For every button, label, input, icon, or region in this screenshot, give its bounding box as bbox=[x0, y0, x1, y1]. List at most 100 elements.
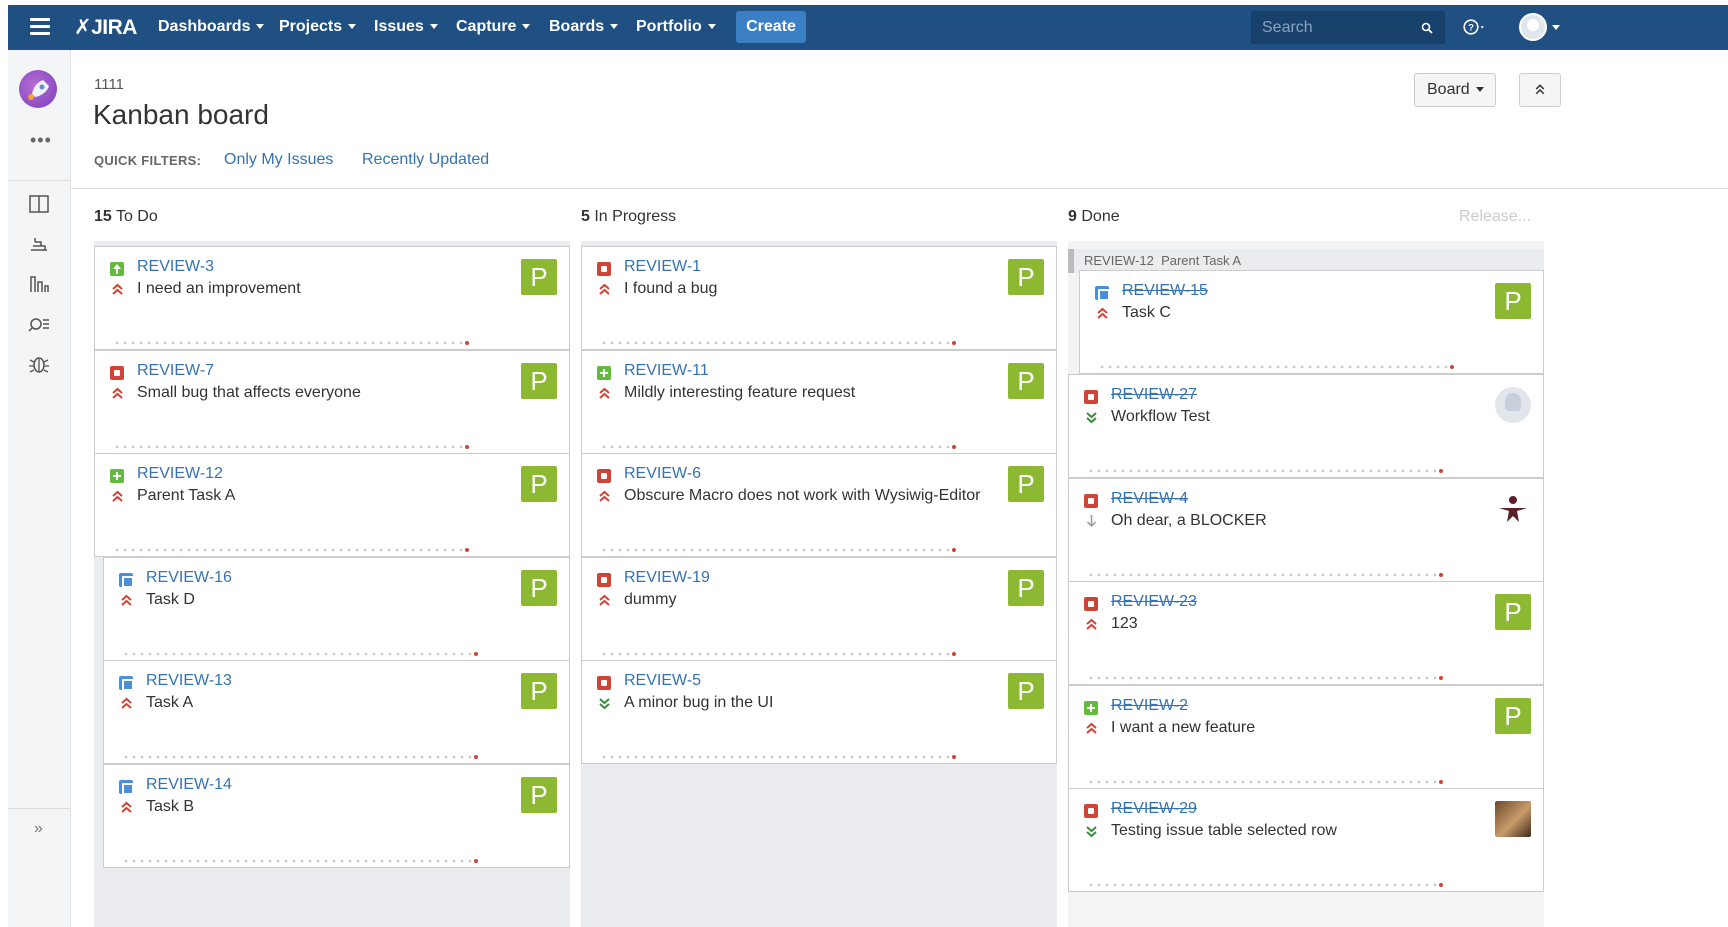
issue-key[interactable]: REVIEW-27 bbox=[1111, 386, 1197, 404]
issue-key[interactable]: REVIEW-19 bbox=[624, 569, 710, 587]
assignee-avatar[interactable] bbox=[1495, 491, 1531, 527]
nav-dashboards[interactable]: Dashboards bbox=[158, 18, 265, 36]
issue-key[interactable]: REVIEW-15 bbox=[1122, 282, 1208, 300]
issue-card[interactable]: REVIEW-1 I found a bug P bbox=[581, 246, 1057, 350]
nav-boards[interactable]: Boards bbox=[549, 18, 619, 36]
issue-card[interactable]: REVIEW-6 Obscure Macro does not work with… bbox=[581, 453, 1057, 557]
assignee-avatar[interactable] bbox=[1495, 387, 1531, 423]
issue-summary: Testing issue table selected row bbox=[1111, 822, 1337, 839]
expand-sidebar-icon[interactable]: » bbox=[34, 820, 43, 838]
assignee-avatar[interactable]: P bbox=[521, 569, 557, 606]
issue-card[interactable]: REVIEW-16 Task D P bbox=[103, 556, 570, 661]
issue-key[interactable]: REVIEW-12 bbox=[137, 465, 223, 483]
create-button[interactable]: Create bbox=[736, 11, 806, 43]
issue-type-subtask-icon bbox=[119, 779, 134, 795]
issue-key[interactable]: REVIEW-5 bbox=[624, 672, 701, 690]
issue-summary: Task B bbox=[146, 797, 195, 815]
issue-key[interactable]: REVIEW-3 bbox=[137, 258, 214, 276]
backlog-icon[interactable] bbox=[28, 233, 50, 255]
issue-type-bug-icon bbox=[1084, 597, 1098, 611]
issue-card[interactable]: REVIEW-4 Oh dear, a BLOCKER bbox=[1068, 477, 1544, 582]
assignee-avatar[interactable]: P bbox=[1008, 362, 1044, 399]
nav-portfolio[interactable]: Portfolio bbox=[636, 18, 716, 36]
assignee-avatar[interactable]: P bbox=[1008, 259, 1044, 295]
issue-card[interactable]: REVIEW-23 123 P bbox=[1068, 581, 1544, 685]
help-icon[interactable]: ? bbox=[1463, 15, 1487, 39]
sidebar-divider bbox=[8, 180, 70, 181]
issue-card[interactable]: REVIEW-12 Parent Task A P bbox=[94, 453, 570, 557]
issue-type-new-feature-icon bbox=[110, 469, 124, 483]
search-input[interactable]: Search bbox=[1251, 11, 1445, 44]
issue-type-subtask-icon bbox=[1095, 286, 1110, 301]
issue-card[interactable]: REVIEW-15 Task C P bbox=[1079, 270, 1544, 374]
menu-icon[interactable] bbox=[30, 18, 50, 36]
priority-highest-icon bbox=[1097, 307, 1108, 319]
filter-only-my-issues[interactable]: Only My Issues bbox=[224, 151, 333, 169]
release-link[interactable]: Release... bbox=[1459, 208, 1531, 226]
chevron-down-icon[interactable] bbox=[1552, 25, 1560, 31]
issue-type-subtask-icon bbox=[119, 676, 134, 691]
logo-glyph-icon: ✗ bbox=[74, 16, 92, 39]
issue-key[interactable]: REVIEW-2 bbox=[1111, 697, 1188, 715]
nav-projects[interactable]: Projects bbox=[279, 18, 357, 36]
more-icon[interactable]: ••• bbox=[30, 130, 52, 151]
assignee-avatar[interactable]: P bbox=[521, 362, 557, 399]
bug-icon[interactable] bbox=[28, 353, 50, 375]
assignee-avatar[interactable] bbox=[1495, 801, 1531, 837]
issue-key[interactable]: REVIEW-29 bbox=[1111, 800, 1197, 818]
issue-key[interactable]: REVIEW-7 bbox=[137, 362, 214, 380]
issue-key[interactable]: REVIEW-4 bbox=[1111, 490, 1188, 508]
issue-key[interactable]: REVIEW-11 bbox=[624, 362, 709, 380]
days-in-column-indicator bbox=[1087, 779, 1443, 784]
assignee-avatar[interactable]: P bbox=[521, 259, 557, 295]
assignee-avatar[interactable]: P bbox=[1008, 673, 1044, 709]
issue-key[interactable]: REVIEW-6 bbox=[624, 465, 701, 483]
board-menu-button[interactable]: Board bbox=[1414, 73, 1496, 107]
assignee-avatar[interactable]: P bbox=[521, 466, 557, 502]
filter-recently-updated[interactable]: Recently Updated bbox=[362, 151, 489, 169]
assignee-avatar[interactable]: P bbox=[521, 673, 557, 709]
issue-card[interactable]: REVIEW-3 I need an improvement P bbox=[94, 246, 570, 350]
issue-card[interactable]: REVIEW-14 Task B P bbox=[103, 763, 570, 868]
issue-type-bug-icon bbox=[1084, 390, 1098, 404]
issue-type-new-feature-icon bbox=[597, 365, 611, 380]
issue-card[interactable]: REVIEW-19 dummy P bbox=[581, 556, 1057, 661]
issue-key[interactable]: REVIEW-23 bbox=[1111, 593, 1197, 611]
issue-card[interactable]: REVIEW-2 I want a new feature P bbox=[1068, 684, 1544, 789]
issue-card[interactable]: REVIEW-29 Testing issue table selected ro… bbox=[1068, 788, 1544, 892]
issue-card[interactable]: REVIEW-13 Task A P bbox=[103, 660, 570, 764]
issue-key[interactable]: REVIEW-14 bbox=[146, 776, 232, 794]
assignee-avatar[interactable]: P bbox=[1008, 569, 1044, 606]
chevron-down-icon bbox=[1475, 87, 1484, 93]
assignee-avatar[interactable]: P bbox=[1495, 697, 1531, 734]
reports-icon[interactable] bbox=[28, 273, 50, 295]
nav-capture[interactable]: Capture bbox=[456, 18, 531, 36]
issue-summary: 123 bbox=[1111, 615, 1138, 632]
search-icon[interactable] bbox=[1421, 22, 1433, 34]
nav-issues[interactable]: Issues bbox=[374, 18, 438, 36]
issue-key[interactable]: REVIEW-13 bbox=[146, 672, 232, 690]
user-avatar[interactable] bbox=[1519, 13, 1547, 41]
issue-summary: Workflow Test bbox=[1111, 408, 1210, 425]
priority-highest-icon bbox=[1086, 722, 1097, 734]
jira-logo[interactable]: ✗JIRA bbox=[74, 15, 137, 40]
issue-key[interactable]: REVIEW-1 bbox=[624, 258, 701, 276]
assignee-avatar[interactable]: P bbox=[1495, 594, 1531, 630]
assignee-avatar[interactable]: P bbox=[521, 776, 557, 813]
days-in-column-indicator bbox=[600, 548, 956, 552]
assignee-avatar[interactable]: P bbox=[1008, 466, 1044, 502]
issue-type-bug-icon bbox=[1084, 493, 1098, 508]
issue-card[interactable]: REVIEW-11 Mildly interesting feature requ… bbox=[581, 349, 1057, 454]
priority-highest-icon bbox=[599, 283, 610, 295]
issue-card[interactable]: REVIEW-7 Small bug that affects everyone P bbox=[94, 349, 570, 454]
board-icon[interactable] bbox=[28, 193, 50, 215]
chevron-down-icon bbox=[348, 24, 357, 30]
issue-card[interactable]: REVIEW-27 Workflow Test bbox=[1068, 374, 1544, 478]
project-avatar[interactable] bbox=[19, 70, 57, 108]
issues-search-icon[interactable] bbox=[28, 313, 50, 335]
assignee-avatar[interactable]: P bbox=[1495, 283, 1531, 319]
collapse-header-button[interactable] bbox=[1519, 73, 1561, 107]
issue-card[interactable]: REVIEW-5 A minor bug in the UI P bbox=[581, 660, 1057, 764]
issue-summary: Task D bbox=[146, 590, 195, 608]
issue-key[interactable]: REVIEW-16 bbox=[146, 569, 232, 587]
